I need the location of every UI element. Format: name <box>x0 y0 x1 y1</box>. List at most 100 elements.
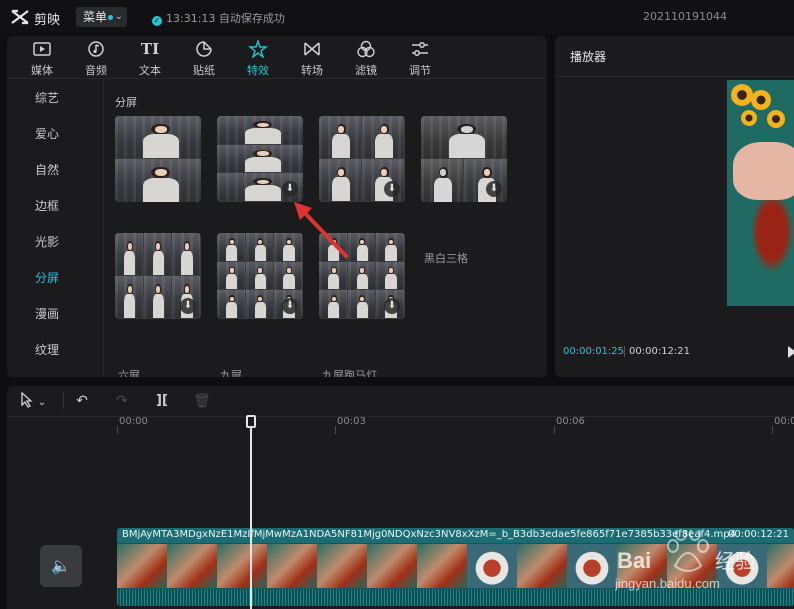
mute-audio-button[interactable]: 🔈 <box>40 545 82 587</box>
hand-image <box>733 142 794 200</box>
sunflower-image <box>731 84 753 106</box>
effect-label: 六屏 <box>118 369 140 377</box>
thumbnail-cell <box>274 261 302 290</box>
tab-effects[interactable]: 特效 <box>237 36 279 78</box>
playhead-handle[interactable] <box>246 415 256 428</box>
player-panel: 播放器 00:00:01:25 00:00:12:21 <box>555 36 794 377</box>
tab-label: 媒体 <box>31 64 53 77</box>
check-circle-icon: ✓ <box>152 16 162 26</box>
thumbnail-cell <box>143 276 172 318</box>
menu-label: 菜单 <box>83 10 108 24</box>
chili-image <box>747 200 794 280</box>
delete-icon[interactable]: 🗑 <box>191 390 213 412</box>
download-icon[interactable]: ⬇ <box>180 298 196 314</box>
download-icon[interactable]: ⬇ <box>384 181 400 197</box>
effect-card-six-screen[interactable]: ⬇ <box>115 233 201 319</box>
asset-toolbar: 媒体 音频 TI 文本 贴纸 特效 转场 滤镜 调节 <box>7 36 547 79</box>
clip-frame <box>317 544 368 588</box>
download-icon[interactable]: ⬇ <box>486 181 502 197</box>
download-icon[interactable]: ⬇ <box>282 298 298 314</box>
svg-text:经验: 经验 <box>715 549 755 573</box>
tab-label: 调节 <box>409 64 431 77</box>
tab-adjust[interactable]: 调节 <box>399 36 441 78</box>
tab-label: 转场 <box>301 64 323 77</box>
thumbnail-cell <box>347 290 376 318</box>
text-icon: TI <box>140 40 160 58</box>
tab-label: 滤镜 <box>355 64 377 77</box>
category-item-active[interactable]: 分屏 <box>7 263 103 293</box>
split-icon[interactable]: ][ <box>151 390 173 412</box>
download-icon[interactable]: ⬇ <box>384 298 400 314</box>
category-item[interactable]: 光影 <box>7 227 103 257</box>
current-time: 00:00:01:25 <box>563 346 625 357</box>
category-item[interactable]: 自然 <box>7 155 103 185</box>
transition-icon <box>304 42 320 56</box>
materials-panel: 媒体 音频 TI 文本 贴纸 特效 转场 滤镜 调节 综艺 爱心 自然 边框 光… <box>7 36 547 377</box>
effect-label: 九屏 <box>220 369 242 377</box>
clip-frame <box>467 544 518 588</box>
undo-icon[interactable]: ↶ <box>71 390 93 412</box>
play-icon[interactable] <box>788 346 794 358</box>
video-preview[interactable] <box>727 80 794 306</box>
thumbnail-cell <box>115 116 201 158</box>
cursor-icon <box>21 391 33 408</box>
playhead[interactable] <box>250 416 252 609</box>
download-icon[interactable]: ⬇ <box>282 181 298 197</box>
select-tool-button[interactable]: ⌄ <box>13 390 53 412</box>
title-bar: 剪映 菜单 ⌄ ✓ 13:31:13 自动保存成功 202110191044 <box>0 0 794 34</box>
tab-label: 文本 <box>139 64 161 77</box>
notification-dot <box>108 15 114 20</box>
sunflower-image <box>751 90 771 110</box>
tab-media[interactable]: 媒体 <box>21 36 63 78</box>
sunflower-image <box>741 110 757 126</box>
redo-icon[interactable]: ↷ <box>111 390 133 412</box>
thumbnail-cell <box>115 276 143 318</box>
effect-card-two-screen[interactable] <box>115 116 201 202</box>
thumbnail-cell <box>115 159 201 202</box>
player-header: 播放器 <box>555 36 794 77</box>
clip-frame <box>367 544 418 588</box>
ruler-tick <box>554 426 555 434</box>
menu-button[interactable]: 菜单 ⌄ <box>76 7 127 27</box>
thumbnail-cell <box>245 290 274 318</box>
category-item[interactable]: 边框 <box>7 191 103 221</box>
tab-filter[interactable]: 滤镜 <box>345 36 387 78</box>
svg-text:Bai: Bai <box>617 548 651 573</box>
time-ruler[interactable]: 00:00 00:03 00:06 00:09 <box>117 416 794 436</box>
tab-text[interactable]: TI 文本 <box>129 36 171 78</box>
clip-frame <box>417 544 468 588</box>
tab-sticker[interactable]: 贴纸 <box>183 36 225 78</box>
effect-card-bw-triptych[interactable]: ⬇ <box>421 116 507 202</box>
category-item[interactable]: 漫画 <box>7 299 103 329</box>
capcut-logo-icon <box>11 9 29 25</box>
sunflower-image <box>767 110 785 128</box>
category-item[interactable]: 纹理 <box>7 335 103 365</box>
save-status-text: 自动保存成功 <box>218 12 285 25</box>
tab-transition[interactable]: 转场 <box>291 36 333 78</box>
thumbnail-cell <box>245 261 274 290</box>
thumbnail-cell <box>376 233 404 261</box>
category-item[interactable]: 爱心 <box>7 119 103 149</box>
audio-icon <box>88 41 104 57</box>
clip-frame <box>167 544 218 588</box>
tab-label: 特效 <box>247 64 269 77</box>
project-name[interactable]: 202110191044 <box>643 10 727 23</box>
thumbnail-cell <box>319 290 347 318</box>
adjust-icon <box>412 42 428 56</box>
tab-label: 贴纸 <box>193 64 215 77</box>
effect-card-three-screen[interactable]: ⬇ <box>217 116 303 202</box>
clip-frame <box>567 544 618 588</box>
thumbnail-cell <box>464 159 507 202</box>
effect-card-four-screen[interactable]: ⬇ <box>319 116 405 202</box>
tab-audio[interactable]: 音频 <box>75 36 117 78</box>
time-separator <box>624 346 625 357</box>
thumbnail-cell <box>362 159 404 201</box>
clip-frame <box>517 544 568 588</box>
thumbnail-cell <box>347 233 376 261</box>
category-item[interactable]: 综艺 <box>7 83 103 113</box>
app-name: 剪映 <box>34 13 61 28</box>
baidu-watermark-logo: Bai 经验 jingyan.baidu.com <box>615 530 755 591</box>
chevron-down-icon: ⌄ <box>37 397 47 408</box>
timeline-toolbar: ⌄ ↶ ↷ ][ 🗑 <box>7 386 794 417</box>
ruler-mark: 00:00 <box>119 416 148 427</box>
